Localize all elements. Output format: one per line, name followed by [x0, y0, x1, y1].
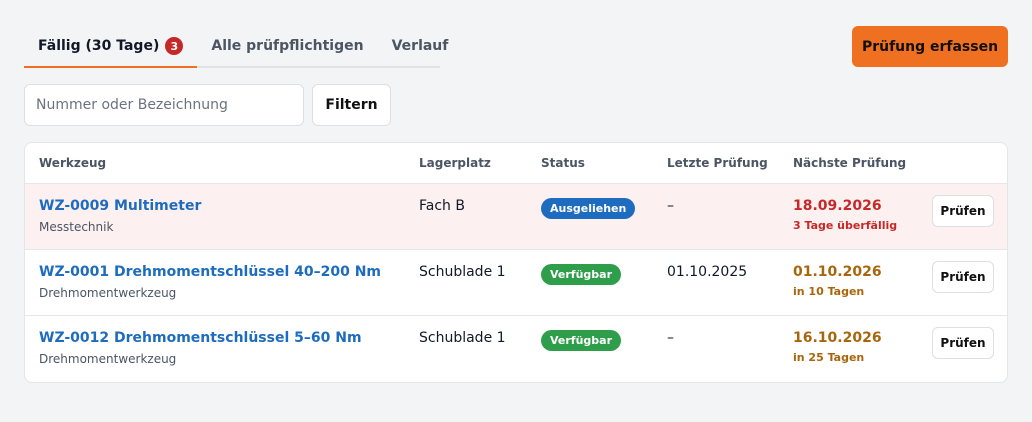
check-button[interactable]: Prüfen	[932, 261, 994, 293]
check-button[interactable]: Prüfen	[932, 327, 994, 359]
tab-history-label: Verlauf	[391, 38, 449, 54]
tool-link[interactable]: WZ-0009 Multimeter	[39, 198, 201, 214]
column-header-last-check: Letzte Prüfung	[667, 156, 768, 170]
tool-link[interactable]: WZ-0001 Drehmomentschlüssel 40–200 Nm	[39, 264, 381, 280]
due-note: in 25 Tagen	[793, 351, 865, 364]
tool-link[interactable]: WZ-0012 Drehmomentschlüssel 5–60 Nm	[39, 330, 362, 346]
tab-bar: Fällig (30 Tage) 3 Alle prüfpflichtigen …	[24, 26, 448, 68]
column-header-status: Status	[541, 156, 585, 170]
tab-due-label: Fällig (30 Tage)	[38, 38, 160, 54]
last-check-date: –	[667, 198, 674, 214]
column-header-location: Lagerplatz	[419, 156, 491, 170]
tool-category: Drehmomentwerkzeug	[39, 286, 177, 300]
last-check-date: –	[667, 330, 674, 346]
tab-due-30-days[interactable]: Fällig (30 Tage) 3	[24, 26, 198, 68]
status-badge: Verfügbar	[541, 330, 622, 351]
tool-category: Drehmomentwerkzeug	[39, 352, 177, 366]
last-check-date: 01.10.2025	[667, 264, 748, 280]
table-row: WZ-0009 Multimeter Messtechnik Fach B Au…	[25, 184, 1007, 250]
storage-location: Fach B	[419, 198, 465, 214]
table-row: WZ-0012 Drehmomentschlüssel 5–60 Nm Dreh…	[25, 316, 1007, 382]
due-note: 3 Tage überfällig	[793, 219, 898, 232]
tab-history[interactable]: Verlauf	[378, 26, 463, 68]
due-count-badge: 3	[165, 37, 184, 55]
storage-location: Schublade 1	[419, 264, 506, 280]
filter-button[interactable]: Filtern	[312, 84, 391, 126]
status-badge: Ausgeliehen	[541, 198, 636, 219]
tool-category: Messtechnik	[39, 220, 114, 234]
column-header-next-check: Nächste Prüfung	[793, 156, 907, 170]
tab-all-inspection-required[interactable]: Alle prüfpflichtigen	[197, 26, 377, 68]
check-button[interactable]: Prüfen	[932, 195, 994, 227]
search-input[interactable]	[24, 84, 304, 126]
next-check-date: 01.10.2026	[793, 264, 882, 280]
inspection-table: Werkzeug Lagerplatz Status Letzte Prüfun…	[24, 142, 1008, 383]
table-header: Werkzeug Lagerplatz Status Letzte Prüfun…	[25, 143, 1007, 184]
status-badge: Verfügbar	[541, 264, 622, 285]
due-note: in 10 Tagen	[793, 285, 865, 298]
next-check-date: 16.10.2026	[793, 330, 882, 346]
tab-all-label: Alle prüfpflichtigen	[211, 38, 364, 54]
column-header-tool: Werkzeug	[39, 156, 107, 170]
record-inspection-button[interactable]: Prüfung erfassen	[852, 26, 1008, 67]
storage-location: Schublade 1	[419, 330, 506, 346]
next-check-date: 18.09.2026	[793, 198, 882, 214]
table-row: WZ-0001 Drehmomentschlüssel 40–200 Nm Dr…	[25, 250, 1007, 316]
